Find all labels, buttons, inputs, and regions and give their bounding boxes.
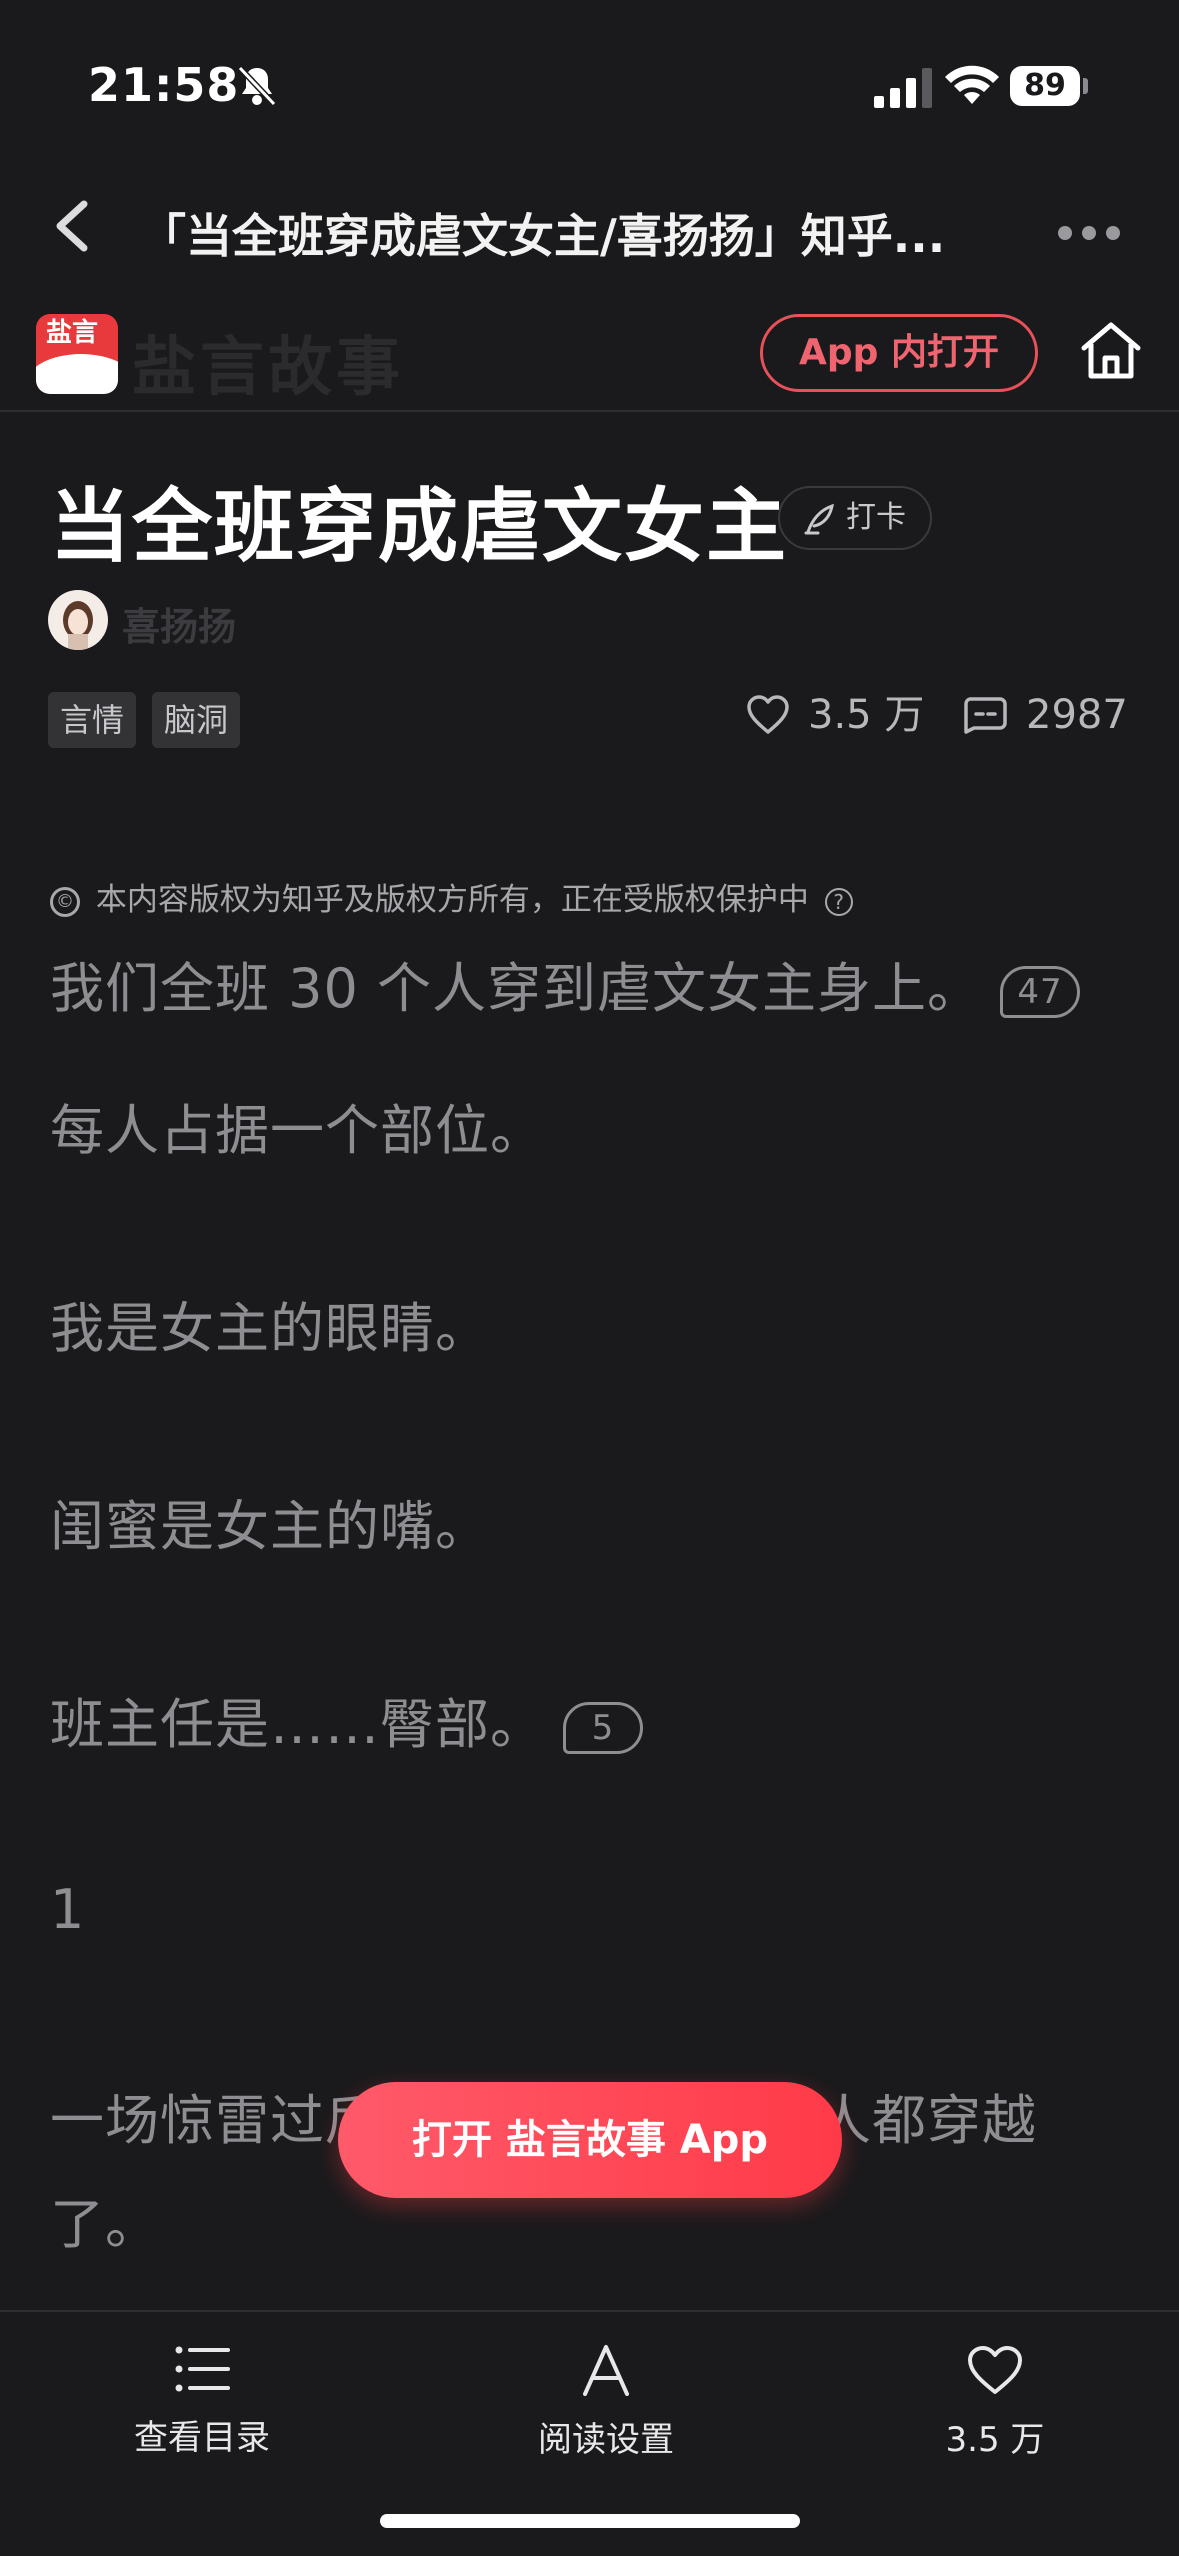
font-icon bbox=[583, 2345, 629, 2396]
copyright-icon: © bbox=[50, 886, 80, 917]
tag-romance[interactable]: 言情 bbox=[48, 692, 137, 748]
help-icon[interactable]: ? bbox=[824, 887, 853, 916]
signal-icon bbox=[874, 68, 932, 108]
like-count[interactable]: 3.5 万 bbox=[746, 690, 924, 740]
paragraph: 我们全班 30 个人穿到虐文女主身上。 47 bbox=[50, 944, 1081, 1023]
wifi-icon bbox=[945, 65, 999, 104]
like-button[interactable]: 3.5 万 bbox=[885, 2332, 1105, 2482]
open-app-cta-button[interactable]: 打开 盐言故事 App bbox=[338, 2082, 842, 2198]
tag-brainstorm[interactable]: 脑洞 bbox=[152, 692, 241, 748]
reading-settings-label: 阅读设置 bbox=[538, 2420, 674, 2460]
toc-label: 查看目录 bbox=[134, 2418, 270, 2458]
author-name[interactable]: 喜扬扬 bbox=[122, 596, 236, 651]
checkin-label: 打卡 bbox=[846, 500, 906, 535]
home-indicator[interactable] bbox=[380, 2514, 800, 2528]
heart-icon bbox=[747, 695, 789, 734]
comment-icon bbox=[964, 697, 1007, 734]
status-bar: 21:58 89 bbox=[0, 0, 1179, 160]
status-time: 21:58 bbox=[88, 58, 240, 112]
toc-button[interactable]: 查看目录 bbox=[92, 2332, 312, 2482]
app-logo-icon: 盐言 bbox=[36, 314, 118, 394]
avatar[interactable] bbox=[48, 590, 108, 650]
paragraph: 闺蜜是女主的嘴。 bbox=[50, 1495, 490, 1558]
ellipsis-icon[interactable] bbox=[1058, 218, 1128, 248]
brand-name: 盐言故事 bbox=[132, 331, 404, 405]
copyright-notice: © 本内容版权为知乎及版权方所有，正在受版权保护中 ? bbox=[50, 874, 853, 919]
open-in-app-button[interactable]: App 内打开 bbox=[760, 314, 1038, 392]
paragraph: 我是女主的眼睛。 bbox=[50, 1297, 490, 1360]
paragraph: 了。 bbox=[50, 2193, 160, 2256]
battery-icon: 89 bbox=[1010, 66, 1088, 106]
paragraph-comment-bubble[interactable]: 5 bbox=[563, 1702, 643, 1755]
site-header: 盐言 盐言故事 App 内打开 bbox=[0, 290, 1179, 412]
comment-count[interactable]: 2987 bbox=[962, 690, 1128, 740]
checkin-button[interactable]: 打卡 bbox=[778, 486, 932, 550]
battery-level: 89 bbox=[1010, 66, 1080, 106]
browser-nav-bar: 「当全班穿成虐文女主/喜扬扬」知乎... bbox=[0, 160, 1179, 290]
paragraph: 班主任是……臀部。 5 bbox=[50, 1680, 643, 1759]
chevron-left-icon[interactable] bbox=[40, 186, 110, 266]
paragraph-comment-bubble[interactable]: 47 bbox=[1000, 966, 1081, 1019]
feather-icon bbox=[804, 503, 834, 535]
list-icon bbox=[175, 2346, 230, 2392]
like-count-label: 3.5 万 bbox=[945, 2420, 1045, 2460]
home-icon[interactable] bbox=[1078, 318, 1144, 384]
paragraph: 每人占据一个部位。 bbox=[50, 1099, 545, 1162]
page-title: 「当全班穿成虐文女主/喜扬扬」知乎... bbox=[140, 209, 946, 263]
article-title: 当全班穿成虐文女主 bbox=[50, 480, 788, 573]
reading-settings-button[interactable]: 阅读设置 bbox=[496, 2332, 716, 2482]
chapter-number: 1 bbox=[50, 1878, 86, 1941]
heart-icon bbox=[968, 2346, 1022, 2394]
bell-slash-icon bbox=[237, 65, 277, 107]
